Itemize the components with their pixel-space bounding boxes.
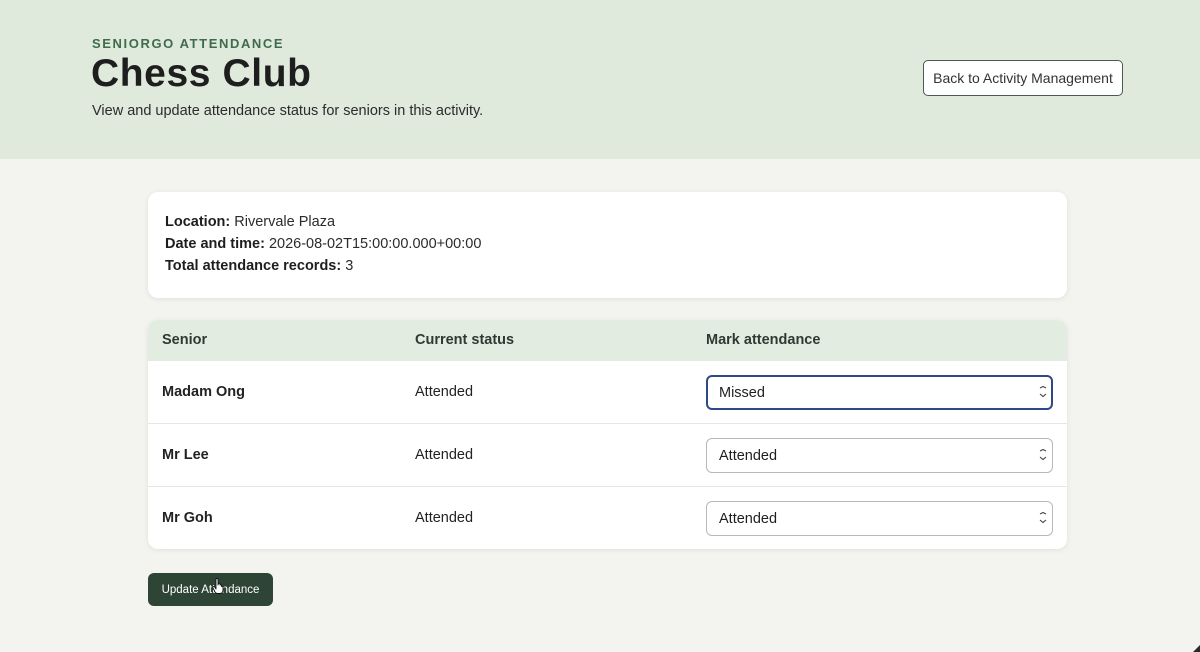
current-status: Attended [415, 510, 474, 526]
total-records-value: 3 [345, 258, 354, 274]
chevron-down-icon [1039, 512, 1047, 524]
datetime-value: 2026-08-02T15:00:00.000+00:00 [268, 236, 482, 252]
chevron-down-icon [1039, 386, 1047, 398]
back-to-activity-management-button[interactable]: Back to Activity Management [923, 60, 1123, 96]
senior-name: Madam Ong [162, 384, 245, 400]
mark-attendance-select[interactable]: Missed [706, 375, 1053, 410]
table-row: Mr Lee Attended Attended [148, 424, 1067, 487]
update-attendance-button[interactable]: Update Attendance [148, 573, 273, 606]
table-header: Senior Current status Mark attendance [148, 320, 1067, 361]
activity-info-card: Location: Rivervale Plaza Date and time:… [148, 192, 1067, 298]
table-row: Madam Ong Attended Missed [148, 361, 1067, 424]
select-value: Attended [719, 511, 778, 527]
total-records-label: Total attendance records: [165, 258, 342, 274]
window-corner-icon [1193, 645, 1200, 652]
column-header-current-status: Current status [415, 332, 515, 348]
current-status: Attended [415, 447, 474, 463]
senior-name: Mr Lee [162, 447, 209, 463]
location-value: Rivervale Plaza [234, 214, 336, 230]
location-label: Location: [165, 214, 231, 230]
location-line: Location: Rivervale Plaza [165, 214, 335, 230]
mark-attendance-select[interactable]: Attended [706, 438, 1053, 473]
datetime-label: Date and time: [165, 236, 265, 252]
page-header: SENIORGO ATTENDANCE Chess Club View and … [0, 0, 1200, 159]
select-value: Attended [719, 448, 778, 464]
page-title: Chess Club [91, 52, 312, 95]
app-eyebrow: SENIORGO ATTENDANCE [92, 36, 285, 51]
select-value: Missed [719, 385, 765, 401]
attendance-table: Senior Current status Mark attendance Ma… [148, 320, 1067, 549]
datetime-line: Date and time: 2026-08-02T15:00:00.000+0… [165, 236, 481, 252]
current-status: Attended [415, 384, 474, 400]
page-subtitle: View and update attendance status for se… [92, 103, 484, 119]
column-header-senior: Senior [162, 332, 208, 348]
column-header-mark-attendance: Mark attendance [706, 332, 821, 348]
table-row: Mr Goh Attended Attended [148, 487, 1067, 549]
total-records-line: Total attendance records: 3 [165, 258, 353, 274]
mark-attendance-select[interactable]: Attended [706, 501, 1053, 536]
senior-name: Mr Goh [162, 510, 213, 526]
chevron-down-icon [1039, 449, 1047, 461]
